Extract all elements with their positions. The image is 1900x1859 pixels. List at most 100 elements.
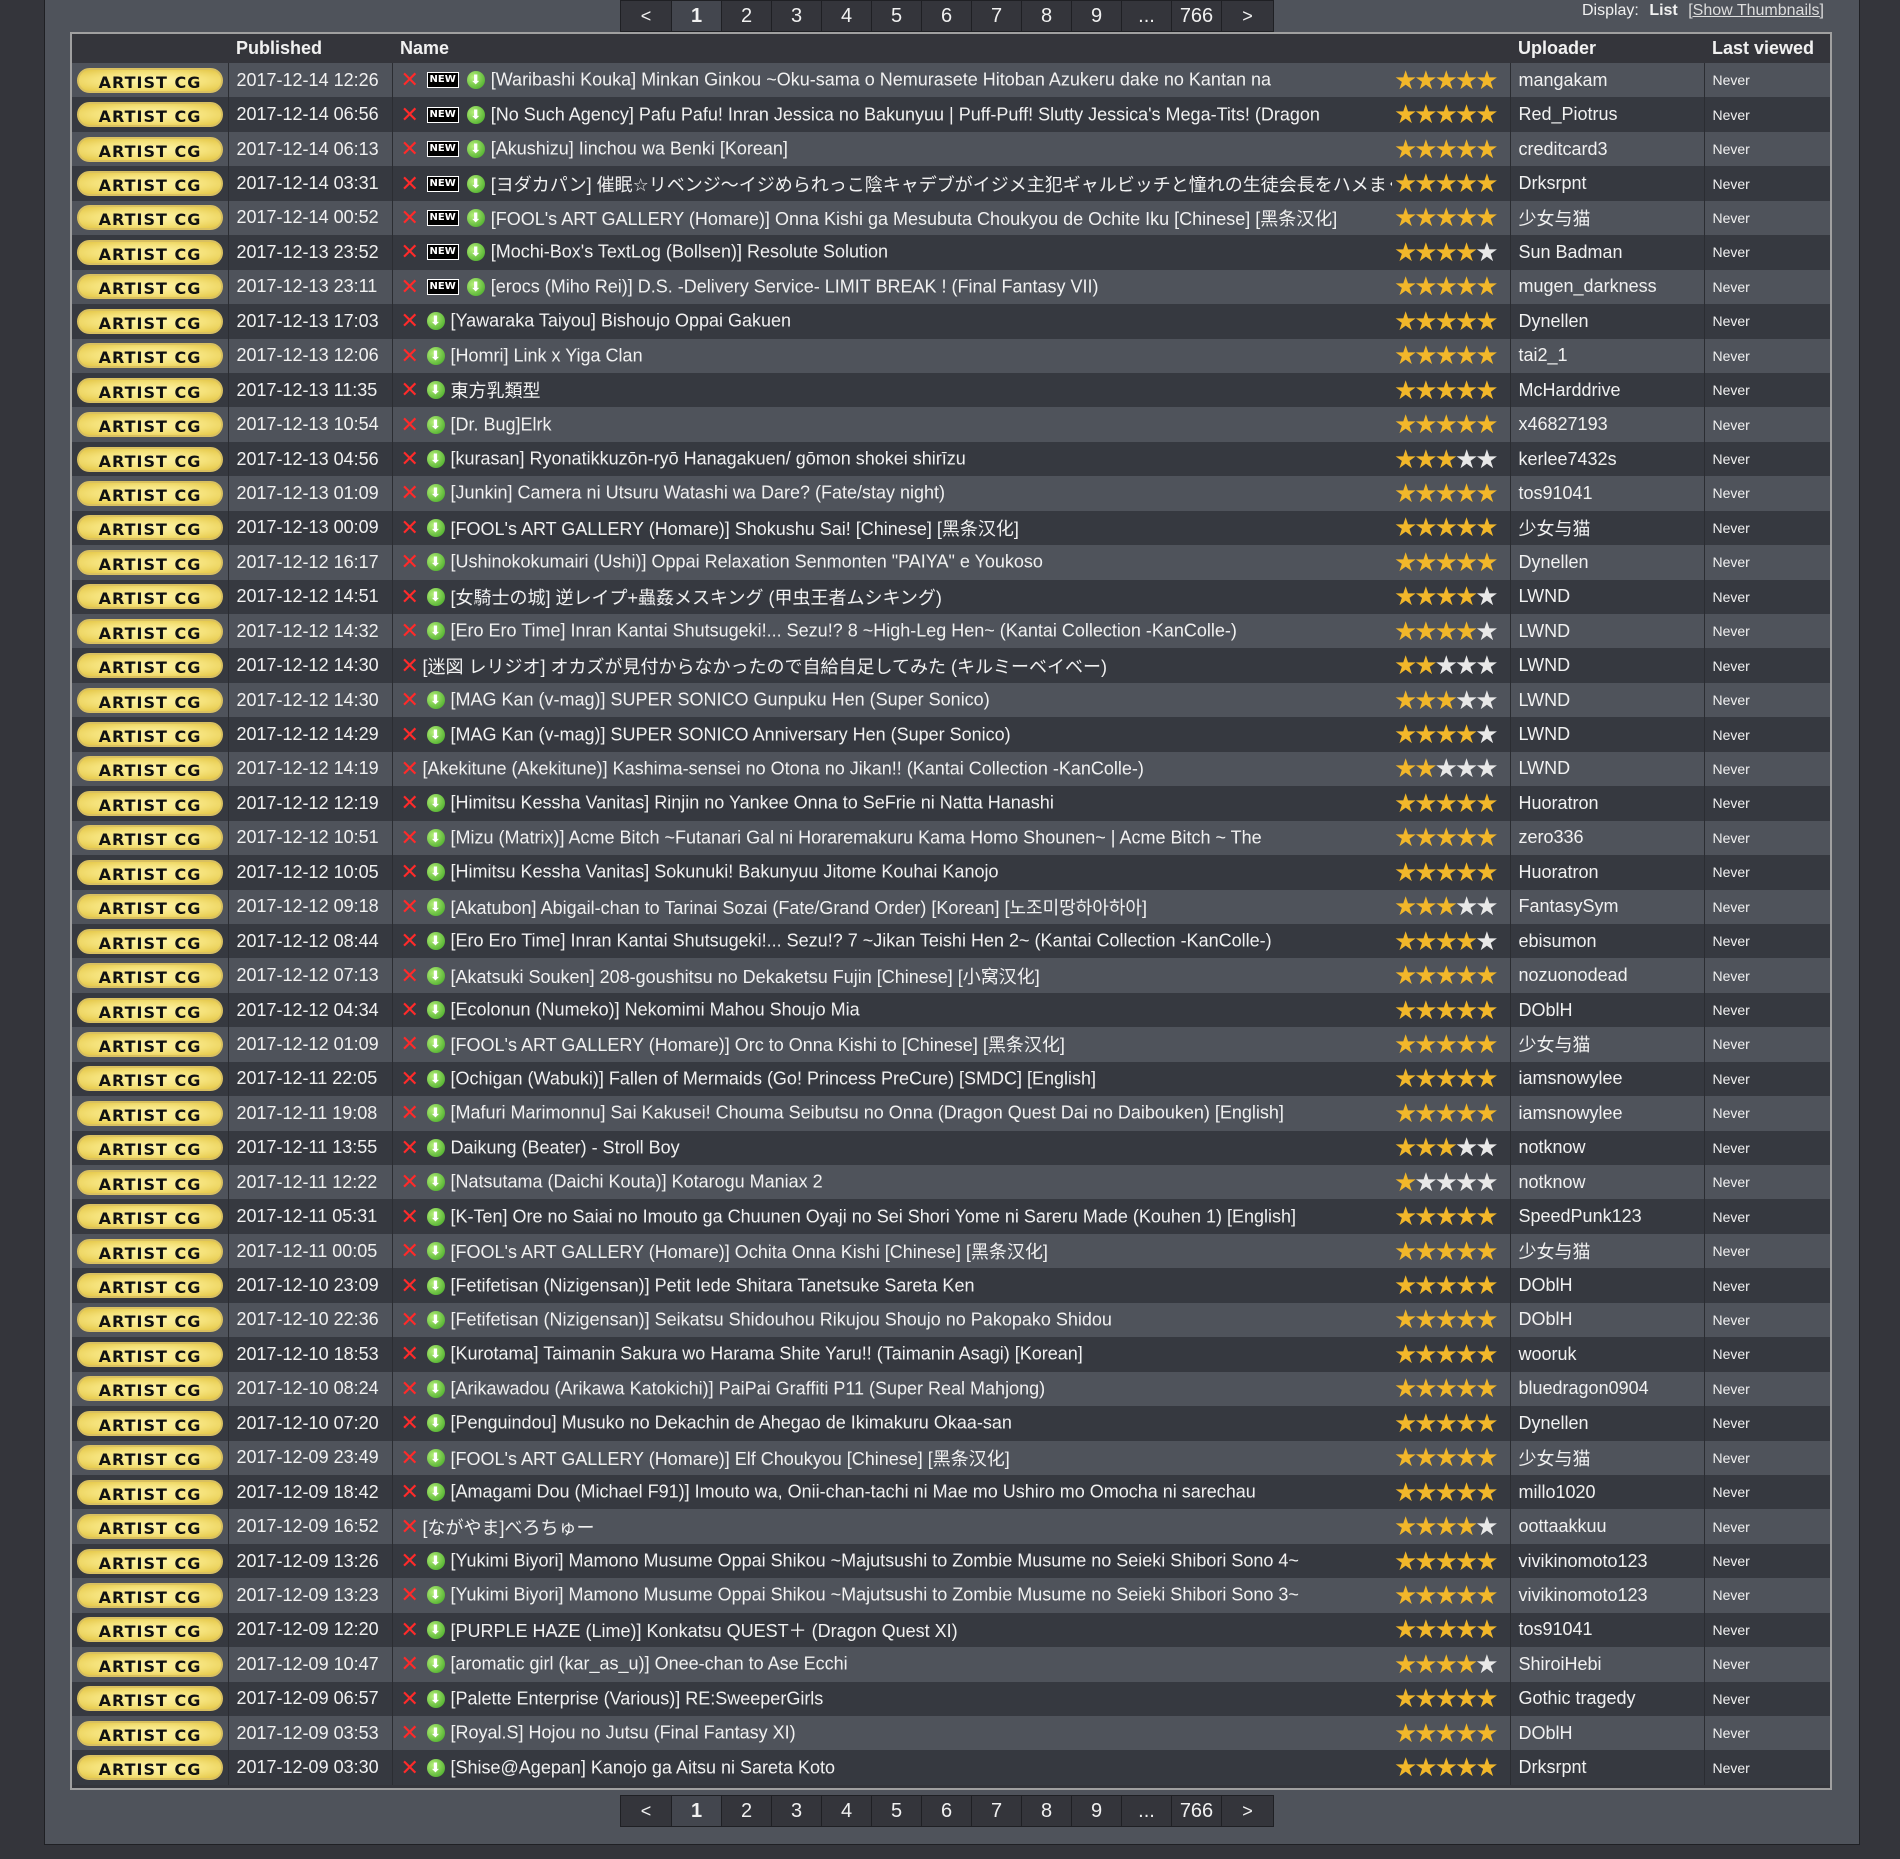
remove-x-icon[interactable]: ✕ [401, 1341, 423, 1367]
gallery-title-link[interactable]: [kurasan] Ryonatikkuzōn-ryō Hanagakuen/ … [451, 449, 966, 469]
category-artist-cg-button[interactable]: ARTIST CG [77, 1341, 223, 1367]
uploader-link[interactable]: Sun Badman [1509, 235, 1704, 270]
download-icon[interactable]: ⬇ [426, 691, 445, 710]
gallery-title-link[interactable]: [Waribashi Kouka] Minkan Ginkou ~Oku-sam… [491, 70, 1271, 90]
remove-x-icon[interactable]: ✕ [401, 859, 423, 885]
uploader-link[interactable]: creditcard3 [1509, 131, 1704, 167]
download-icon[interactable]: ⬇ [466, 208, 485, 227]
top-page-7-button[interactable]: 7 [972, 1, 1022, 31]
gallery-title-link[interactable]: [Natsutama (Daichi Kouta)] Kotarogu Mani… [451, 1172, 823, 1192]
category-artist-cg-button[interactable]: ARTIST CG [77, 377, 223, 403]
remove-x-icon[interactable]: ✕ [401, 1031, 423, 1057]
bottom-page-9-button[interactable]: 9 [1072, 1796, 1122, 1826]
gallery-title-link[interactable]: [Junkin] Camera ni Utsuru Watashi wa Dar… [451, 483, 946, 503]
gallery-title-link[interactable]: [MAG Kan (v-mag)] SUPER SONICO Gunpuku H… [451, 690, 990, 710]
category-artist-cg-button[interactable]: ARTIST CG [77, 308, 223, 334]
top-page-9-button[interactable]: 9 [1072, 1, 1122, 31]
category-artist-cg-button[interactable]: ARTIST CG [77, 722, 223, 748]
category-artist-cg-button[interactable]: ARTIST CG [77, 1031, 223, 1057]
uploader-link[interactable]: millo1020 [1509, 1474, 1704, 1510]
download-icon[interactable]: ⬇ [426, 518, 445, 537]
bottom-previous-page-button[interactable]: < [621, 1796, 672, 1826]
download-icon[interactable]: ⬇ [426, 1242, 445, 1261]
uploader-link[interactable]: tai2_1 [1509, 338, 1704, 373]
category-artist-cg-button[interactable]: ARTIST CG [77, 1066, 223, 1092]
uploader-link[interactable]: Huoratron [1509, 855, 1704, 890]
top-page-6-button[interactable]: 6 [922, 1, 972, 31]
remove-x-icon[interactable]: ✕ [401, 274, 423, 300]
download-icon[interactable]: ⬇ [426, 1414, 445, 1433]
category-artist-cg-button[interactable]: ARTIST CG [77, 1514, 223, 1540]
gallery-title-link[interactable]: [Amagami Dou (Michael F91)] Imouto wa, O… [451, 1482, 1256, 1502]
remove-x-icon[interactable]: ✕ [401, 618, 423, 644]
category-artist-cg-button[interactable]: ARTIST CG [77, 1307, 223, 1333]
gallery-title-link[interactable]: [女騎士の城] 逆レイプ+蟲姦メスキング (甲虫王者ムシキング) [451, 588, 942, 608]
remove-x-icon[interactable]: ✕ [401, 549, 423, 575]
top-page-3-button[interactable]: 3 [772, 1, 822, 31]
category-artist-cg-button[interactable]: ARTIST CG [77, 171, 223, 197]
download-icon[interactable]: ⬇ [426, 1379, 445, 1398]
uploader-link[interactable]: 少女与猫 [1509, 1440, 1704, 1475]
uploader-link[interactable]: DOblH [1509, 1716, 1704, 1751]
category-artist-cg-button[interactable]: ARTIST CG [77, 963, 223, 989]
gallery-title-link[interactable]: [Fetifetisan (Nizigensan)] Petit Iede Sh… [451, 1275, 975, 1295]
remove-x-icon[interactable]: ✕ [401, 67, 423, 93]
download-icon[interactable]: ⬇ [426, 1345, 445, 1364]
remove-x-icon[interactable]: ✕ [401, 1410, 423, 1436]
download-icon[interactable]: ⬇ [426, 725, 445, 744]
gallery-title-link[interactable]: [Akatsuki Souken] 208-goushitsu no Dekak… [451, 967, 1040, 987]
uploader-link[interactable]: bluedragon0904 [1509, 1371, 1704, 1407]
gallery-title-link[interactable]: [Yukimi Biyori] Mamono Musume Oppai Shik… [451, 1551, 1299, 1571]
download-icon[interactable]: ⬇ [466, 105, 485, 124]
uploader-link[interactable]: ebisumon [1509, 923, 1704, 959]
gallery-title-link[interactable]: [Yukimi Biyori] Mamono Musume Oppai Shik… [451, 1585, 1299, 1605]
download-icon[interactable]: ⬇ [426, 1276, 445, 1295]
category-artist-cg-button[interactable]: ARTIST CG [77, 102, 223, 128]
gallery-title-link[interactable]: [FOOL's ART GALLERY (Homare)] Orc to Onn… [451, 1035, 1065, 1055]
remove-x-icon[interactable]: ✕ [401, 205, 423, 231]
category-artist-cg-button[interactable]: ARTIST CG [77, 928, 223, 954]
download-icon[interactable]: ⬇ [426, 966, 445, 985]
bottom-next-page-button[interactable]: > [1222, 1796, 1273, 1826]
remove-x-icon[interactable]: ✕ [401, 825, 423, 851]
remove-x-icon[interactable]: ✕ [401, 412, 423, 438]
category-artist-cg-button[interactable]: ARTIST CG [77, 412, 223, 438]
uploader-link[interactable]: Dynellen [1509, 1406, 1704, 1441]
uploader-link[interactable]: DOblH [1509, 1268, 1704, 1303]
remove-x-icon[interactable]: ✕ [401, 171, 423, 197]
gallery-title-link[interactable]: [Akekitune (Akekitune)] Kashima-sensei n… [423, 758, 1144, 778]
bottom-page-8-button[interactable]: 8 [1022, 1796, 1072, 1826]
uploader-link[interactable]: nozuonodead [1509, 958, 1704, 993]
category-artist-cg-button[interactable]: ARTIST CG [77, 859, 223, 885]
uploader-link[interactable]: Dynellen [1509, 545, 1704, 580]
download-icon[interactable]: ⬇ [426, 1448, 445, 1467]
category-artist-cg-button[interactable]: ARTIST CG [77, 343, 223, 369]
uploader-link[interactable]: FantasySym [1509, 889, 1704, 924]
top-next-page-button[interactable]: > [1222, 1, 1273, 31]
download-icon[interactable]: ⬇ [426, 1483, 445, 1502]
remove-x-icon[interactable]: ✕ [401, 687, 423, 713]
uploader-link[interactable]: LWND [1509, 614, 1704, 649]
gallery-title-link[interactable]: [Akatubon] Abigail-chan to Tarinai Sozai… [451, 898, 1147, 918]
remove-x-icon[interactable]: ✕ [401, 756, 423, 782]
uploader-link[interactable]: notknow [1509, 1165, 1704, 1200]
gallery-title-link[interactable]: [FOOL's ART GALLERY (Homare)] Shokushu S… [451, 519, 1019, 539]
gallery-title-link[interactable]: [Penguindou] Musuko no Dekachin de Ahega… [451, 1413, 1012, 1433]
download-icon[interactable]: ⬇ [426, 587, 445, 606]
gallery-title-link[interactable]: Daikung (Beater) - Stroll Boy [451, 1137, 680, 1157]
download-icon[interactable]: ⬇ [426, 1758, 445, 1777]
uploader-link[interactable]: tos91041 [1509, 1612, 1704, 1648]
top-page-766-button[interactable]: 766 [1172, 1, 1222, 31]
remove-x-icon[interactable]: ✕ [401, 1273, 423, 1299]
bottom-page-7-button[interactable]: 7 [972, 1796, 1022, 1826]
download-icon[interactable]: ⬇ [426, 1310, 445, 1329]
category-artist-cg-button[interactable]: ARTIST CG [77, 1582, 223, 1608]
top-previous-page-button[interactable]: < [621, 1, 672, 31]
download-icon[interactable]: ⬇ [426, 415, 445, 434]
download-icon[interactable]: ⬇ [426, 1173, 445, 1192]
category-artist-cg-button[interactable]: ARTIST CG [77, 825, 223, 851]
category-artist-cg-button[interactable]: ARTIST CG [77, 1548, 223, 1574]
remove-x-icon[interactable]: ✕ [401, 136, 423, 162]
top-page-5-button[interactable]: 5 [872, 1, 922, 31]
uploader-link[interactable]: tos91041 [1509, 476, 1704, 511]
